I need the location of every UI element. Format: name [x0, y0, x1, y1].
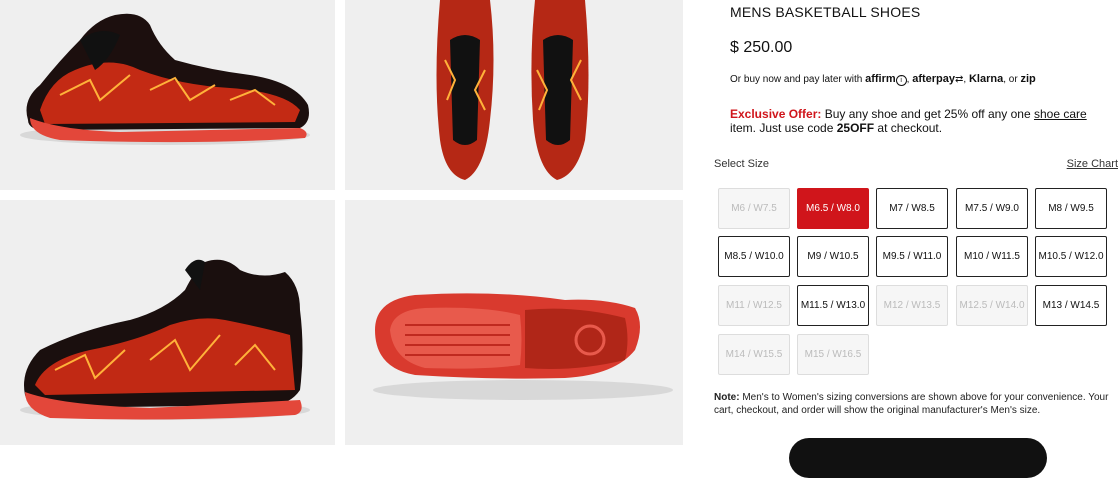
sizing-note: Note: Men's to Women's sizing conversion… [714, 391, 1114, 417]
note-label: Note: [714, 392, 740, 403]
product-price: $ 250.00 [730, 39, 793, 56]
size-option[interactable]: M7 / W8.5 [876, 188, 948, 229]
offer-code: 25OFF [836, 121, 875, 135]
size-option[interactable]: M8.5 / W10.0 [718, 236, 790, 277]
product-image-top[interactable] [345, 0, 683, 190]
size-option[interactable]: M6.5 / W8.0 [797, 188, 869, 229]
size-option: M14 / W15.5 [718, 334, 790, 375]
size-option[interactable]: M7.5 / W9.0 [956, 188, 1028, 229]
size-option: M15 / W16.5 [797, 334, 869, 375]
size-option: M6 / W7.5 [718, 188, 790, 229]
separator: , [906, 74, 910, 85]
afterpay-logo[interactable]: afterpay [912, 73, 955, 85]
shoe-care-link[interactable]: shoe care [1034, 107, 1087, 121]
select-size-label: Select Size [714, 158, 770, 170]
shoe-medial-image [20, 259, 310, 420]
shoe-side-image [20, 13, 310, 145]
product-category: MENS BASKETBALL SHOES [730, 4, 921, 20]
size-option[interactable]: M8 / W9.5 [1035, 188, 1107, 229]
separator: , [963, 74, 967, 85]
shoe-outsole-image [373, 293, 673, 400]
size-option: M12 / W13.5 [876, 285, 948, 326]
add-to-cart-button[interactable] [789, 438, 1047, 478]
product-image-outsole[interactable] [345, 200, 683, 445]
affirm-logo[interactable]: affirm [865, 73, 896, 85]
pay-later-options: Or buy now and pay later with affirm i, a… [730, 73, 1036, 86]
pay-later-prefix: Or buy now and pay later with [730, 74, 863, 85]
offer-text-3: at checkout. [874, 121, 943, 135]
product-image-medial[interactable] [0, 200, 335, 445]
size-option[interactable]: M9 / W10.5 [797, 236, 869, 277]
note-text: Men's to Women's sizing conversions are … [714, 392, 1109, 416]
size-chart-link[interactable]: Size Chart [1067, 158, 1118, 170]
size-option[interactable]: M13 / W14.5 [1035, 285, 1107, 326]
shoe-top-image [436, 0, 589, 180]
product-info-panel: MENS BASKETBALL SHOES $ 250.00 Or buy no… [714, 0, 1118, 478]
offer-label: Exclusive Offer: [730, 107, 822, 121]
offer-text-2: item. Just use code [730, 121, 837, 135]
size-option[interactable]: M10.5 / W12.0 [1035, 236, 1107, 277]
size-option[interactable]: M10 / W11.5 [956, 236, 1028, 277]
info-icon[interactable]: i [895, 75, 907, 86]
zip-logo[interactable]: zip [1020, 73, 1035, 85]
klarna-logo[interactable]: Klarna [969, 73, 1003, 85]
size-option: M12.5 / W14.0 [956, 285, 1028, 326]
offer-text-1: Buy any shoe and get 25% off any one [821, 107, 1034, 121]
exclusive-offer: Exclusive Offer: Buy any shoe and get 25… [730, 107, 1100, 135]
size-option[interactable]: M9.5 / W11.0 [876, 236, 948, 277]
size-option: M11 / W12.5 [718, 285, 790, 326]
product-image-side[interactable] [0, 0, 335, 190]
or-text: , or [1003, 74, 1018, 85]
size-option[interactable]: M11.5 / W13.0 [797, 285, 869, 326]
